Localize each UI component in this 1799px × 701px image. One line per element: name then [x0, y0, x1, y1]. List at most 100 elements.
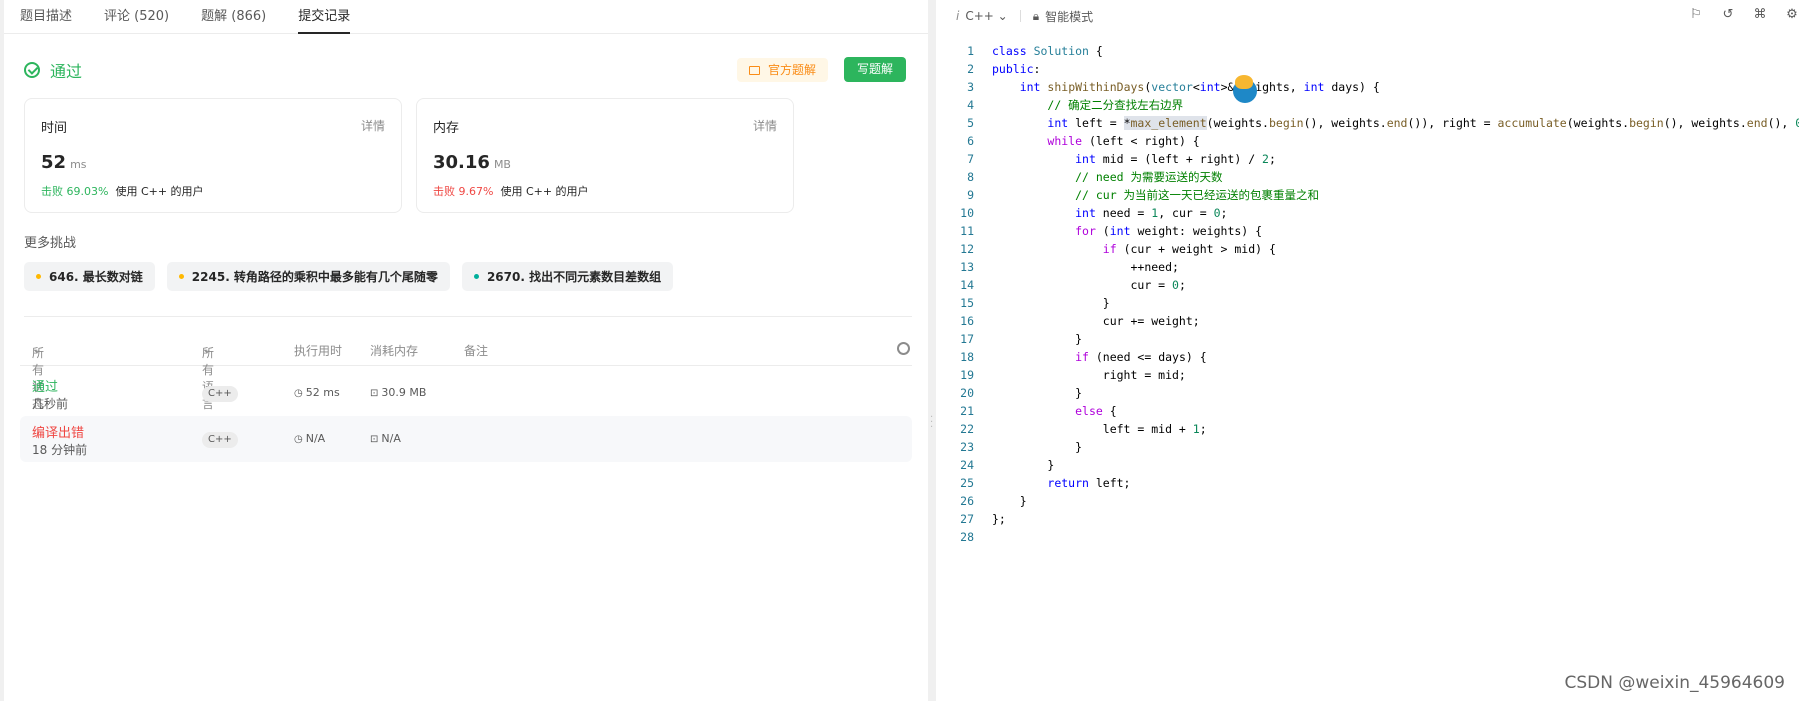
code-line[interactable]: 7 int mid = (left + right) / 2;	[936, 150, 1799, 168]
code-line[interactable]: 15 }	[936, 294, 1799, 312]
code-text: }	[992, 440, 1083, 454]
code-line[interactable]: 13 ++need;	[936, 258, 1799, 276]
runtime-card[interactable]: 时间 详情 52 ms 击败 69.03% 使用 C++ 的用户	[24, 98, 402, 213]
code-text: ++need;	[992, 260, 1179, 274]
code-line[interactable]: 17 }	[936, 330, 1799, 348]
code-line[interactable]: 16 cur += weight;	[936, 312, 1799, 330]
code-text: while (left < right) {	[1047, 134, 1200, 148]
code-line[interactable]: 27};	[936, 510, 1799, 528]
memory-card[interactable]: 内存 详情 30.16 MB 击败 9.67% 使用 C++ 的用户	[416, 98, 794, 213]
write-solution-button[interactable]: 写题解	[843, 57, 906, 82]
separator	[1019, 10, 1021, 22]
code-line[interactable]: 1 class Solution {	[936, 42, 1799, 60]
language-badge: C++	[202, 386, 238, 402]
code-text: right = mid;	[992, 368, 1186, 382]
challenge-chip[interactable]: 2245. 转角路径的乘积中最多能有几个尾随零	[166, 262, 450, 291]
code-text: for (int weight: weights) {	[1075, 224, 1263, 238]
code-text: };	[992, 512, 1006, 526]
language-badge: C++	[202, 432, 238, 448]
code-text: cur = 0;	[992, 278, 1186, 292]
line-number: 23	[960, 440, 974, 454]
row-status[interactable]: 通过	[32, 376, 58, 395]
tab-comments[interactable]: 评论 (520)	[104, 0, 169, 34]
bookmark-icon[interactable]: ⚐	[1689, 8, 1703, 22]
line-number: 12	[960, 242, 974, 256]
row-time-ago: 几秒前	[32, 397, 69, 411]
editor-toolbar: i C++ ⌄ 🔒︎ 智能模式 ⚐ ↺ ⌘ ⚙	[936, 0, 1799, 32]
memory-detail-link[interactable]: 详情	[753, 117, 777, 134]
info-icon: i	[956, 9, 960, 23]
challenge-chip[interactable]: 646. 最长数对链	[24, 262, 155, 291]
code-text: // need 为需要运送的天数	[1075, 170, 1223, 184]
code-text: int mid = (left + right) / 2;	[1075, 152, 1276, 166]
code-line[interactable]: 4 // 确定二分查找左右边界	[936, 96, 1799, 114]
code-area[interactable]: 1 class Solution { 2 public: 3 int shipWithi…	[936, 42, 1799, 546]
code-text: }	[992, 386, 1083, 400]
line-number: 2	[967, 62, 974, 76]
code-text: }	[992, 494, 1027, 508]
code-line[interactable]: 2 public:	[936, 60, 1799, 78]
code-text: int shipWithinDays(vector<int>& weights,…	[1019, 80, 1380, 94]
tab-solutions[interactable]: 题解 (866)	[201, 0, 266, 34]
line-number: 14	[960, 278, 974, 292]
code-line[interactable]: 25 return left;	[936, 474, 1799, 492]
row-status[interactable]: 编译出错	[32, 422, 84, 441]
filter-language[interactable]: 所有语言 ⌄	[202, 342, 214, 411]
code-line[interactable]: 5 int left = *max_element(weights.begin(…	[936, 114, 1799, 132]
table-row[interactable]: 编译出错 18 分钟前 C++ ◷ N/A ⊡ N/A	[20, 416, 912, 462]
chip-icon: ⊡	[370, 388, 379, 399]
line-number: 4	[967, 98, 974, 112]
panel-resizer[interactable]: · · ·	[928, 0, 936, 701]
line-number: 9	[967, 188, 974, 202]
language-select[interactable]: C++ ⌄	[965, 9, 1007, 23]
code-line[interactable]: 19 right = mid;	[936, 366, 1799, 384]
runtime-beat: 击败 69.03% 使用 C++ 的用户	[41, 185, 204, 198]
code-line[interactable]: 18 if (need <= days) {	[936, 348, 1799, 366]
code-line[interactable]: 14 cur = 0;	[936, 276, 1799, 294]
code-line[interactable]: 28	[936, 528, 1799, 546]
line-number: 16	[960, 314, 974, 328]
code-line[interactable]: 20 }	[936, 384, 1799, 402]
code-line[interactable]: 3 int shipWithinDays(vector<int>& weight…	[936, 78, 1799, 96]
submissions-table-header: 所有状态 ⌄ 所有语言 ⌄ 执行用时 消耗内存 备注	[20, 340, 912, 411]
code-line[interactable]: 26 }	[936, 492, 1799, 510]
book-icon	[748, 65, 760, 75]
code-line[interactable]: 8 // need 为需要运送的天数	[936, 168, 1799, 186]
line-number: 19	[960, 368, 974, 382]
code-line[interactable]: 23 }	[936, 438, 1799, 456]
code-text: }	[992, 332, 1083, 346]
filter-status[interactable]: 所有状态 ⌄	[32, 342, 44, 411]
code-line[interactable]: 21 else {	[936, 402, 1799, 420]
code-line[interactable]: 11 for (int weight: weights) {	[936, 222, 1799, 240]
challenge-chip[interactable]: 2670. 找出不同元素数目差数组	[461, 262, 674, 291]
code-line[interactable]: 6 while (left < right) {	[936, 132, 1799, 150]
code-line[interactable]: 12 if (cur + weight > mid) {	[936, 240, 1799, 258]
table-row[interactable]: 通过 几秒前 C++ ◷ 52 ms ⊡ 30.9 MB	[20, 370, 912, 416]
code-line[interactable]: 10 int need = 1, cur = 0;	[936, 204, 1799, 222]
memory-value: 30.16 MB	[433, 152, 511, 173]
settings-icon[interactable]: ⚙	[1785, 8, 1799, 22]
line-number: 10	[960, 206, 974, 220]
code-text: class Solution {	[992, 44, 1103, 58]
official-solution-button[interactable]: 官方题解	[736, 58, 828, 82]
runtime-detail-link[interactable]: 详情	[361, 117, 385, 134]
tab-description[interactable]: 题目描述	[20, 0, 72, 34]
code-text: public:	[992, 62, 1041, 76]
more-challenges-title: 更多挑战	[24, 236, 77, 251]
line-number: 18	[960, 350, 974, 364]
reset-icon[interactable]: ↺	[1721, 8, 1735, 22]
line-number: 7	[967, 152, 974, 166]
shortcut-icon[interactable]: ⌘	[1753, 8, 1767, 22]
result-status: 通过	[24, 58, 82, 82]
code-line[interactable]: 22 left = mid + 1;	[936, 420, 1799, 438]
code-line[interactable]: 24 }	[936, 456, 1799, 474]
runtime-value: 52 ms	[41, 152, 87, 173]
difficulty-dot-icon	[178, 274, 184, 279]
tab-submissions[interactable]: 提交记录	[298, 0, 351, 34]
gear-icon[interactable]	[897, 342, 910, 355]
code-line[interactable]: 9 // cur 为当前这一天已经运送的包裹重量之和	[936, 186, 1799, 204]
mode-label[interactable]: 智能模式	[1045, 8, 1093, 25]
line-number: 17	[960, 332, 974, 346]
line-number: 1	[967, 44, 974, 58]
row-memory: ⊡ N/A	[370, 432, 401, 445]
